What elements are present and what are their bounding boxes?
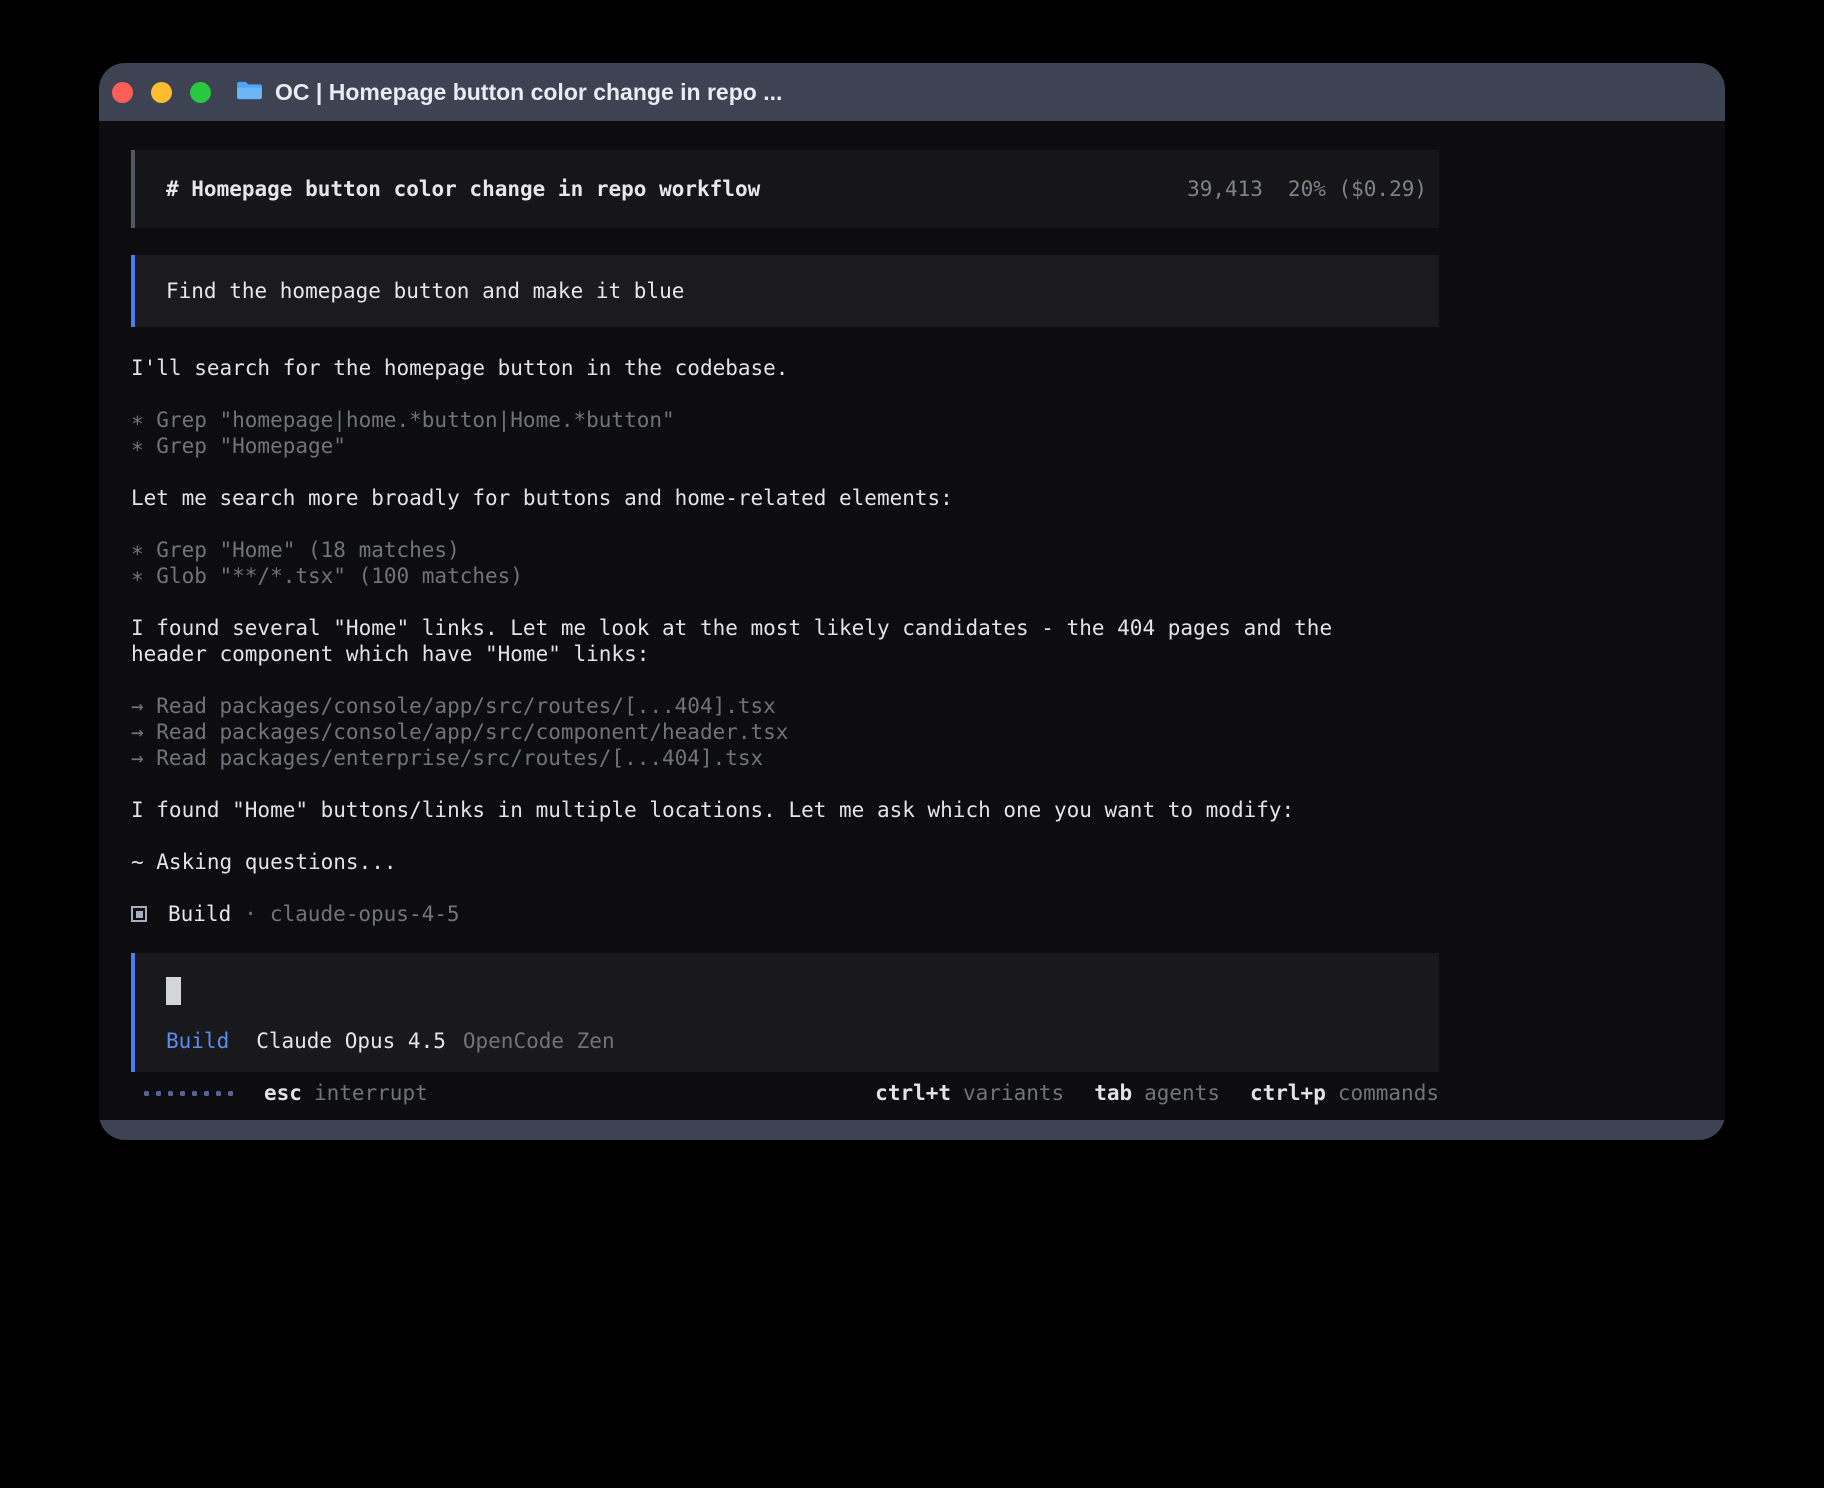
close-button[interactable]	[112, 82, 133, 103]
folder-icon	[236, 80, 263, 105]
assistant-message: Let me search more broadly for buttons a…	[131, 485, 1381, 511]
title-area: OC | Homepage button color change in rep…	[236, 79, 782, 106]
shortcut-label: variants	[963, 1080, 1064, 1106]
spinner-dots	[131, 1091, 233, 1096]
tool-call-line: → Read packages/console/app/src/routes/[…	[131, 693, 1381, 719]
tui-column: # Homepage button color change in repo w…	[131, 150, 1439, 1106]
interrupt-label: interrupt	[314, 1080, 428, 1106]
terminal-content: # Homepage button color change in repo w…	[99, 121, 1725, 1120]
composer-meta: Build Claude Opus 4.5 OpenCode Zen	[166, 1029, 1419, 1053]
tool-call-line: ∗ Grep "Home" (18 matches)	[131, 537, 1381, 563]
window-title: OC | Homepage button color change in rep…	[275, 79, 782, 106]
context-usage: 20% ($0.29)	[1288, 177, 1427, 201]
shortcut-key: tab	[1094, 1080, 1132, 1106]
shortcut-agents: tab agents	[1094, 1080, 1220, 1106]
status-bar: esc interrupt ctrl+t variants tab agents…	[131, 1080, 1439, 1106]
titlebar[interactable]: OC | Homepage button color change in rep…	[99, 63, 1725, 121]
text-cursor	[166, 977, 181, 1005]
assistant-paragraph: I'll search for the homepage button in t…	[131, 355, 1439, 381]
status-bar-left: esc interrupt	[131, 1080, 428, 1106]
agent-status-row: Build · claude-opus-4-5	[131, 901, 1439, 927]
token-count: 39,413	[1187, 177, 1263, 201]
shortcut-commands: ctrl+p commands	[1250, 1080, 1439, 1106]
session-header: # Homepage button color change in repo w…	[131, 150, 1439, 228]
interrupt-key: esc	[264, 1080, 302, 1106]
composer-model: Claude Opus 4.5	[256, 1029, 446, 1053]
status-bar-right: ctrl+t variants tab agents ctrl+p comman…	[875, 1080, 1439, 1106]
assistant-paragraph: I found "Home" buttons/links in multiple…	[131, 797, 1439, 823]
shortcut-label: commands	[1338, 1080, 1439, 1106]
user-message-text: Find the homepage button and make it blu…	[166, 279, 684, 303]
shortcut-key: ctrl+t	[875, 1080, 951, 1106]
assistant-status-message: ~ Asking questions...	[131, 849, 1381, 875]
zoom-button[interactable]	[190, 82, 211, 103]
agent-model: claude-opus-4-5	[270, 901, 460, 927]
window-controls	[112, 82, 211, 103]
terminal-window: OC | Homepage button color change in rep…	[99, 63, 1725, 1140]
tool-call-line: → Read packages/console/app/src/componen…	[131, 719, 1381, 745]
assistant-paragraph: Let me search more broadly for buttons a…	[131, 485, 1439, 511]
tool-call-line: → Read packages/enterprise/src/routes/[.…	[131, 745, 1381, 771]
session-title: # Homepage button color change in repo w…	[166, 177, 760, 201]
tool-call-line: ∗ Grep "homepage|home.*button|Home.*butt…	[131, 407, 1381, 433]
composer-input[interactable]: Build Claude Opus 4.5 OpenCode Zen	[131, 953, 1439, 1072]
tool-call-line: ∗ Grep "Homepage"	[131, 433, 1381, 459]
tool-call-group: → Read packages/console/app/src/routes/[…	[131, 693, 1439, 771]
assistant-message: I found "Home" buttons/links in multiple…	[131, 797, 1381, 823]
assistant-paragraph: I found several "Home" links. Let me loo…	[131, 615, 1439, 667]
assistant-paragraph: ~ Asking questions...	[131, 849, 1439, 875]
user-message: Find the homepage button and make it blu…	[131, 255, 1439, 327]
shortcut-label: agents	[1144, 1080, 1220, 1106]
status-separator: ·	[244, 901, 257, 927]
tool-call-group: ∗ Grep "homepage|home.*button|Home.*butt…	[131, 407, 1439, 459]
session-stats: 39,413 20% ($0.29)	[1187, 177, 1427, 201]
tool-call-line: ∗ Glob "**/*.tsx" (100 matches)	[131, 563, 1381, 589]
agent-name: Build	[168, 901, 231, 927]
composer-provider: OpenCode Zen	[463, 1029, 615, 1053]
tool-call-group: ∗ Grep "Home" (18 matches) ∗ Glob "**/*.…	[131, 537, 1439, 589]
minimize-button[interactable]	[151, 82, 172, 103]
assistant-message: I'll search for the homepage button in t…	[131, 355, 1381, 381]
composer-mode: Build	[166, 1029, 229, 1053]
build-agent-icon	[131, 906, 147, 922]
assistant-message: I found several "Home" links. Let me loo…	[131, 615, 1381, 667]
shortcut-variants: ctrl+t variants	[875, 1080, 1064, 1106]
shortcut-key: ctrl+p	[1250, 1080, 1326, 1106]
